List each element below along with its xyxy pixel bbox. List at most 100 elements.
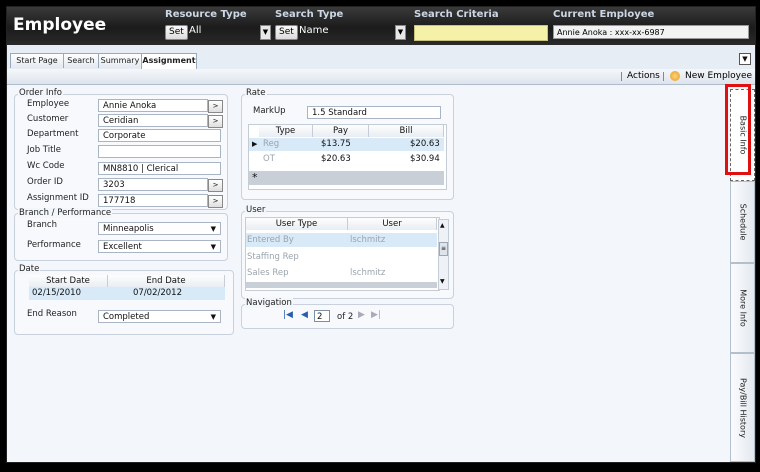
- row-selector-icon: ▶: [252, 140, 258, 148]
- rate-bill-cell: $30.94: [410, 154, 440, 164]
- performance-value: Excellent: [103, 242, 142, 252]
- people-icon: [670, 71, 680, 81]
- bill-header[interactable]: Bill: [369, 125, 444, 137]
- start-date-cell: 02/15/2010: [32, 288, 81, 298]
- order-id-link-button[interactable]: >: [208, 179, 223, 192]
- tab-search[interactable]: Search: [63, 53, 99, 68]
- employee-link-button[interactable]: >: [208, 100, 223, 113]
- branch-performance-legend: Branch / Performance: [18, 208, 113, 218]
- grid-footer: [246, 282, 437, 288]
- customer-field[interactable]: Ceridian: [98, 114, 208, 127]
- branch-label: Branch: [27, 220, 57, 230]
- employee-field[interactable]: Annie Anoka: [98, 99, 208, 112]
- next-page-icon[interactable]: ▶: [358, 310, 365, 320]
- job-title-field[interactable]: [98, 145, 221, 158]
- markup-field[interactable]: 1.5 Standard: [307, 106, 441, 119]
- customer-label: Customer: [27, 114, 69, 124]
- search-type-set-button[interactable]: Set: [275, 25, 298, 40]
- app-window: Employee Resource Type Set All ▼ Search …: [6, 6, 756, 463]
- resource-type-set-button[interactable]: Set: [165, 25, 188, 40]
- table-row[interactable]: ▶ Reg $13.75 $20.63: [249, 138, 444, 151]
- side-tab-pay-bill-history[interactable]: Pay/Bill History: [730, 353, 755, 462]
- assignment-id-field[interactable]: 177718: [98, 194, 208, 207]
- department-field[interactable]: Corporate: [98, 129, 221, 142]
- user-type-cell: Entered By: [247, 235, 294, 245]
- table-row[interactable]: Staffing Rep: [246, 250, 437, 264]
- order-id-field[interactable]: 3203: [98, 178, 208, 191]
- employee-label: Employee: [27, 99, 70, 109]
- new-row[interactable]: *: [249, 171, 444, 185]
- rate-legend: Rate: [245, 88, 267, 98]
- scroll-thumb[interactable]: ≡: [439, 242, 448, 256]
- table-row[interactable]: OT $20.63 $30.94: [249, 153, 444, 166]
- start-date-header[interactable]: Start Date: [29, 275, 108, 287]
- job-title-label: Job Title: [27, 145, 62, 155]
- user-type-header[interactable]: User Type: [246, 218, 348, 230]
- resource-type-value: All: [189, 25, 202, 36]
- rate-type-cell: OT: [263, 154, 275, 164]
- toolbar-divider: [663, 72, 664, 81]
- search-type-dropdown-icon[interactable]: ▼: [395, 25, 406, 40]
- side-tab-schedule-label: Schedule: [738, 203, 747, 241]
- department-label: Department: [27, 129, 79, 139]
- toolbar-divider: [621, 72, 622, 81]
- performance-dropdown[interactable]: Excellent ▼: [98, 240, 221, 253]
- resource-type-dropdown-icon[interactable]: ▼: [260, 25, 271, 40]
- rate-pay-cell: $13.75: [321, 139, 351, 149]
- customer-link-button[interactable]: >: [208, 115, 223, 128]
- end-date-cell: 07/02/2012: [133, 288, 182, 298]
- rate-bill-cell: $20.63: [410, 139, 440, 149]
- end-reason-dropdown[interactable]: Completed ▼: [98, 310, 221, 323]
- branch-value: Minneapolis: [103, 224, 154, 234]
- highlight-box: [725, 84, 751, 175]
- user-type-cell: Staffing Rep: [247, 252, 299, 262]
- side-tab-more-info[interactable]: More Info: [730, 263, 755, 353]
- side-tab-pay-bill-history-label: Pay/Bill History: [738, 377, 747, 438]
- assignment-id-link-button[interactable]: >: [208, 195, 223, 208]
- table-row[interactable]: Sales Rep lschmitz: [246, 266, 437, 280]
- table-row[interactable]: Entered By lschmitz: [246, 233, 437, 247]
- end-reason-label: End Reason: [27, 309, 77, 319]
- collapse-icon[interactable]: ▼: [739, 53, 751, 65]
- resource-type-label: Resource Type: [165, 9, 247, 20]
- tab-bar: Start Page Search Summary Assignment ▼: [7, 45, 755, 70]
- first-page-icon[interactable]: |◀: [283, 310, 293, 320]
- branch-dropdown[interactable]: Minneapolis ▼: [98, 222, 221, 235]
- side-tab-more-info-label: More Info: [738, 289, 747, 327]
- rate-pay-cell: $20.63: [321, 154, 351, 164]
- new-employee-button[interactable]: New Employee: [685, 71, 752, 81]
- user-cell: lschmitz: [350, 235, 386, 245]
- end-reason-value: Completed: [103, 312, 150, 322]
- type-header[interactable]: Type: [259, 125, 313, 137]
- date-legend: Date: [18, 264, 41, 274]
- user-legend: User: [245, 205, 267, 215]
- tab-assignment[interactable]: Assignment: [141, 53, 197, 69]
- page-number-input[interactable]: 2: [314, 310, 330, 322]
- pay-header[interactable]: Pay: [313, 125, 369, 137]
- scroll-up-icon[interactable]: ▲: [440, 222, 445, 229]
- search-criteria-input[interactable]: [414, 25, 548, 41]
- performance-label: Performance: [27, 240, 81, 250]
- search-type-label: Search Type: [275, 9, 344, 20]
- search-type-value: Name: [299, 25, 329, 36]
- chevron-down-icon: ▼: [210, 225, 216, 233]
- tab-start-page[interactable]: Start Page: [10, 53, 64, 68]
- search-criteria-label: Search Criteria: [414, 9, 499, 20]
- wc-code-field[interactable]: MN8810 | Clerical: [98, 162, 221, 175]
- table-row[interactable]: 02/15/2010 07/02/2012: [29, 287, 225, 300]
- side-tab-schedule[interactable]: Schedule: [730, 181, 755, 263]
- tab-summary[interactable]: Summary: [98, 53, 142, 68]
- chevron-down-icon: ▼: [210, 313, 216, 321]
- scroll-down-icon[interactable]: ▼: [440, 278, 445, 285]
- app-title: Employee: [13, 15, 107, 35]
- end-date-header[interactable]: End Date: [108, 275, 225, 287]
- user-header[interactable]: User: [348, 218, 437, 230]
- actions-menu[interactable]: Actions: [627, 71, 660, 81]
- toolbar: Actions New Employee: [7, 69, 755, 85]
- vertical-scrollbar[interactable]: ▲ ≡ ▼: [438, 219, 449, 290]
- current-employee-label: Current Employee: [553, 9, 655, 20]
- previous-page-icon[interactable]: ◀: [301, 310, 308, 320]
- last-page-icon[interactable]: ▶|: [371, 310, 381, 320]
- new-row-icon: *: [252, 171, 258, 184]
- rate-type-cell: Reg: [263, 139, 280, 149]
